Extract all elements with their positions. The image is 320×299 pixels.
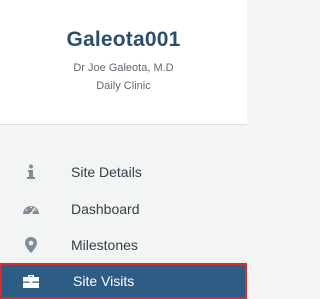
sidebar-item-site-visits[interactable]: Site Visits: [0, 263, 247, 299]
site-profile-header: Galeota001 Dr Joe Galeota, M.D Daily Cli…: [0, 0, 247, 125]
sidebar-item-label: Site Details: [71, 164, 142, 180]
sidebar-item-label: Milestones: [71, 237, 138, 253]
sidebar-panel: Galeota001 Dr Joe Galeota, M.D Daily Cli…: [0, 0, 247, 299]
site-id-title: Galeota001: [66, 28, 181, 51]
sidebar-item-site-details[interactable]: Site Details: [0, 154, 247, 190]
map-marker-icon: [22, 237, 40, 253]
sidebar-item-label: Site Visits: [73, 273, 135, 289]
clinic-name: Daily Clinic: [96, 80, 151, 92]
dashboard-icon: [22, 201, 40, 217]
sidebar-item-dashboard[interactable]: Dashboard: [0, 191, 247, 227]
sidebar-item-milestones[interactable]: Milestones: [0, 227, 247, 263]
sidebar-item-label: Dashboard: [71, 201, 140, 217]
briefcase-icon: [22, 273, 40, 289]
doctor-name: Dr Joe Galeota, M.D: [73, 62, 174, 74]
info-icon: [22, 164, 40, 180]
